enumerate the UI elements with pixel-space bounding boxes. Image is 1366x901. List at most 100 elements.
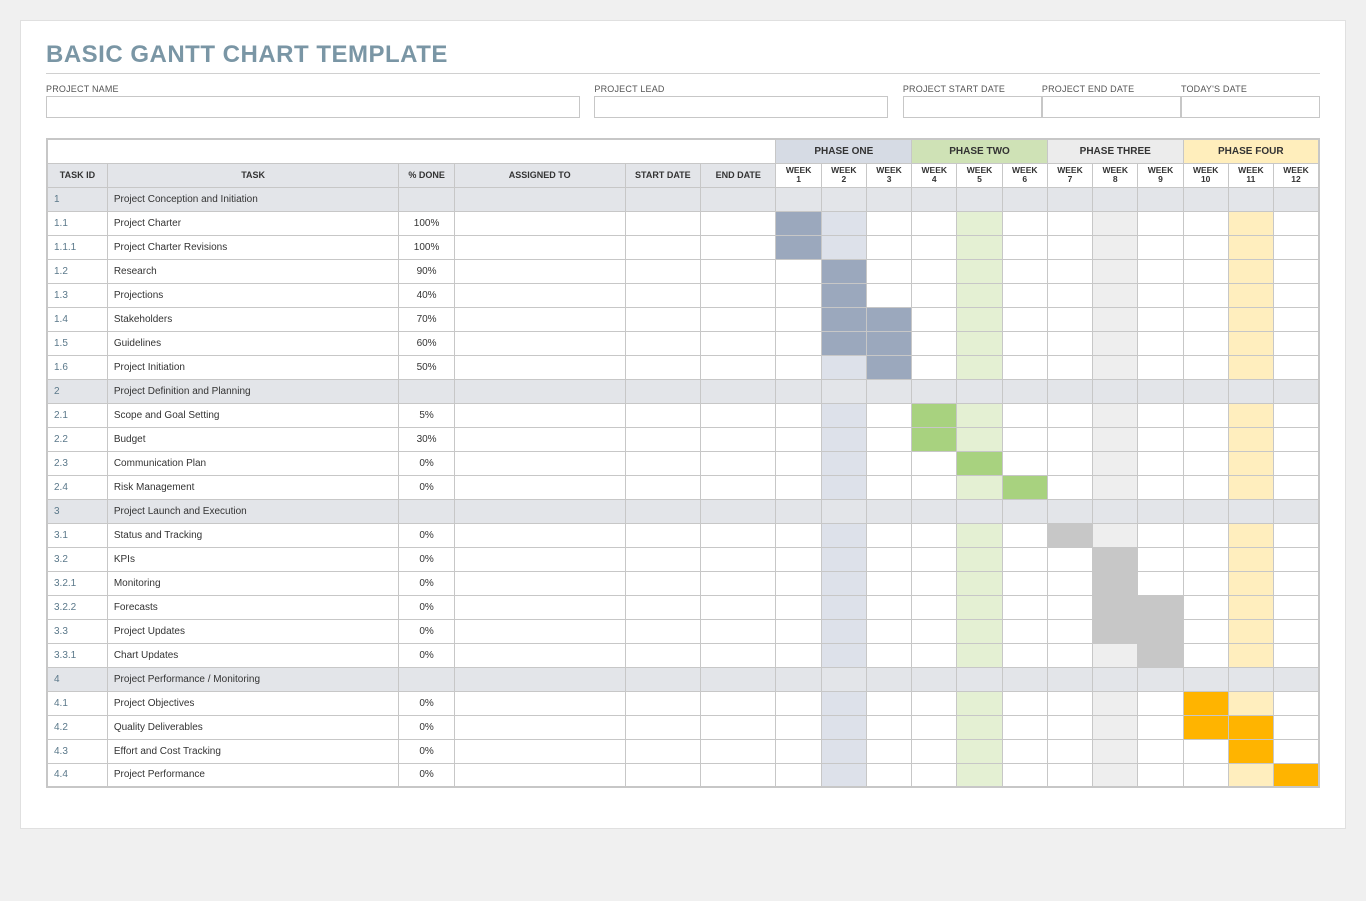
gantt-cell-week-9[interactable] [1138, 619, 1183, 643]
gantt-cell-week-5[interactable] [957, 211, 1002, 235]
cell-pct-done[interactable]: 0% [399, 475, 454, 499]
gantt-cell-week-3[interactable] [866, 451, 911, 475]
gantt-cell-week-10[interactable] [1183, 595, 1228, 619]
cell-task-name[interactable]: Project Charter [107, 211, 399, 235]
cell-task-name[interactable]: Stakeholders [107, 307, 399, 331]
cell-task-name[interactable]: Project Definition and Planning [107, 379, 399, 403]
gantt-cell-week-8[interactable] [1093, 355, 1138, 379]
gantt-cell-week-1[interactable] [776, 235, 821, 259]
gantt-cell-week-2[interactable] [821, 667, 866, 691]
cell-end-date[interactable] [701, 739, 776, 763]
cell-assigned-to[interactable] [454, 379, 625, 403]
cell-pct-done[interactable]: 0% [399, 643, 454, 667]
gantt-cell-week-9[interactable] [1138, 571, 1183, 595]
cell-task-name[interactable]: Communication Plan [107, 451, 399, 475]
gantt-cell-week-4[interactable] [912, 739, 957, 763]
gantt-cell-week-12[interactable] [1274, 331, 1319, 355]
cell-task-id[interactable]: 1.3 [47, 283, 107, 307]
cell-start-date[interactable] [625, 427, 700, 451]
cell-start-date[interactable] [625, 355, 700, 379]
gantt-cell-week-5[interactable] [957, 691, 1002, 715]
gantt-cell-week-1[interactable] [776, 475, 821, 499]
cell-task-name[interactable]: Scope and Goal Setting [107, 403, 399, 427]
gantt-cell-week-9[interactable] [1138, 187, 1183, 211]
gantt-cell-week-8[interactable] [1093, 667, 1138, 691]
gantt-cell-week-7[interactable] [1047, 283, 1092, 307]
gantt-cell-week-11[interactable] [1228, 283, 1273, 307]
gantt-cell-week-1[interactable] [776, 619, 821, 643]
cell-assigned-to[interactable] [454, 571, 625, 595]
gantt-cell-week-3[interactable] [866, 571, 911, 595]
cell-assigned-to[interactable] [454, 475, 625, 499]
cell-task-name[interactable]: Effort and Cost Tracking [107, 739, 399, 763]
gantt-cell-week-7[interactable] [1047, 763, 1092, 787]
gantt-cell-week-9[interactable] [1138, 307, 1183, 331]
gantt-cell-week-2[interactable] [821, 211, 866, 235]
gantt-cell-week-1[interactable] [776, 571, 821, 595]
gantt-cell-week-9[interactable] [1138, 427, 1183, 451]
gantt-cell-week-11[interactable] [1228, 523, 1273, 547]
cell-start-date[interactable] [625, 739, 700, 763]
cell-start-date[interactable] [625, 499, 700, 523]
cell-pct-done[interactable]: 60% [399, 331, 454, 355]
gantt-cell-week-12[interactable] [1274, 763, 1319, 787]
gantt-cell-week-11[interactable] [1228, 499, 1273, 523]
gantt-cell-week-11[interactable] [1228, 187, 1273, 211]
cell-pct-done[interactable]: 0% [399, 619, 454, 643]
gantt-cell-week-5[interactable] [957, 619, 1002, 643]
gantt-cell-week-9[interactable] [1138, 667, 1183, 691]
gantt-cell-week-6[interactable] [1002, 259, 1047, 283]
cell-assigned-to[interactable] [454, 331, 625, 355]
cell-end-date[interactable] [701, 187, 776, 211]
gantt-cell-week-4[interactable] [912, 667, 957, 691]
gantt-cell-week-1[interactable] [776, 547, 821, 571]
cell-pct-done[interactable]: 100% [399, 211, 454, 235]
cell-assigned-to[interactable] [454, 283, 625, 307]
gantt-cell-week-4[interactable] [912, 307, 957, 331]
gantt-cell-week-9[interactable] [1138, 331, 1183, 355]
cell-pct-done[interactable]: 0% [399, 547, 454, 571]
gantt-cell-week-10[interactable] [1183, 619, 1228, 643]
cell-task-id[interactable]: 1.4 [47, 307, 107, 331]
meta-end-date-input[interactable] [1042, 96, 1181, 118]
cell-end-date[interactable] [701, 475, 776, 499]
gantt-cell-week-8[interactable] [1093, 475, 1138, 499]
cell-task-name[interactable]: KPIs [107, 547, 399, 571]
cell-task-name[interactable]: Monitoring [107, 571, 399, 595]
gantt-cell-week-7[interactable] [1047, 739, 1092, 763]
gantt-cell-week-2[interactable] [821, 739, 866, 763]
gantt-cell-week-6[interactable] [1002, 691, 1047, 715]
gantt-cell-week-10[interactable] [1183, 427, 1228, 451]
gantt-cell-week-1[interactable] [776, 355, 821, 379]
gantt-cell-week-2[interactable] [821, 763, 866, 787]
gantt-cell-week-2[interactable] [821, 283, 866, 307]
gantt-cell-week-5[interactable] [957, 427, 1002, 451]
cell-assigned-to[interactable] [454, 427, 625, 451]
gantt-cell-week-1[interactable] [776, 403, 821, 427]
gantt-cell-week-2[interactable] [821, 499, 866, 523]
cell-pct-done[interactable] [399, 379, 454, 403]
gantt-cell-week-12[interactable] [1274, 475, 1319, 499]
gantt-cell-week-7[interactable] [1047, 235, 1092, 259]
gantt-cell-week-6[interactable] [1002, 523, 1047, 547]
gantt-cell-week-1[interactable] [776, 283, 821, 307]
cell-task-id[interactable]: 4.3 [47, 739, 107, 763]
gantt-cell-week-4[interactable] [912, 259, 957, 283]
cell-assigned-to[interactable] [454, 187, 625, 211]
cell-start-date[interactable] [625, 691, 700, 715]
gantt-cell-week-7[interactable] [1047, 355, 1092, 379]
cell-start-date[interactable] [625, 451, 700, 475]
gantt-cell-week-9[interactable] [1138, 547, 1183, 571]
gantt-cell-week-1[interactable] [776, 379, 821, 403]
gantt-cell-week-6[interactable] [1002, 331, 1047, 355]
meta-project-name-input[interactable] [46, 96, 580, 118]
cell-assigned-to[interactable] [454, 451, 625, 475]
gantt-cell-week-2[interactable] [821, 547, 866, 571]
gantt-cell-week-8[interactable] [1093, 715, 1138, 739]
cell-start-date[interactable] [625, 403, 700, 427]
gantt-cell-week-9[interactable] [1138, 403, 1183, 427]
gantt-cell-week-5[interactable] [957, 475, 1002, 499]
cell-task-name[interactable]: Research [107, 259, 399, 283]
cell-start-date[interactable] [625, 715, 700, 739]
gantt-cell-week-3[interactable] [866, 355, 911, 379]
